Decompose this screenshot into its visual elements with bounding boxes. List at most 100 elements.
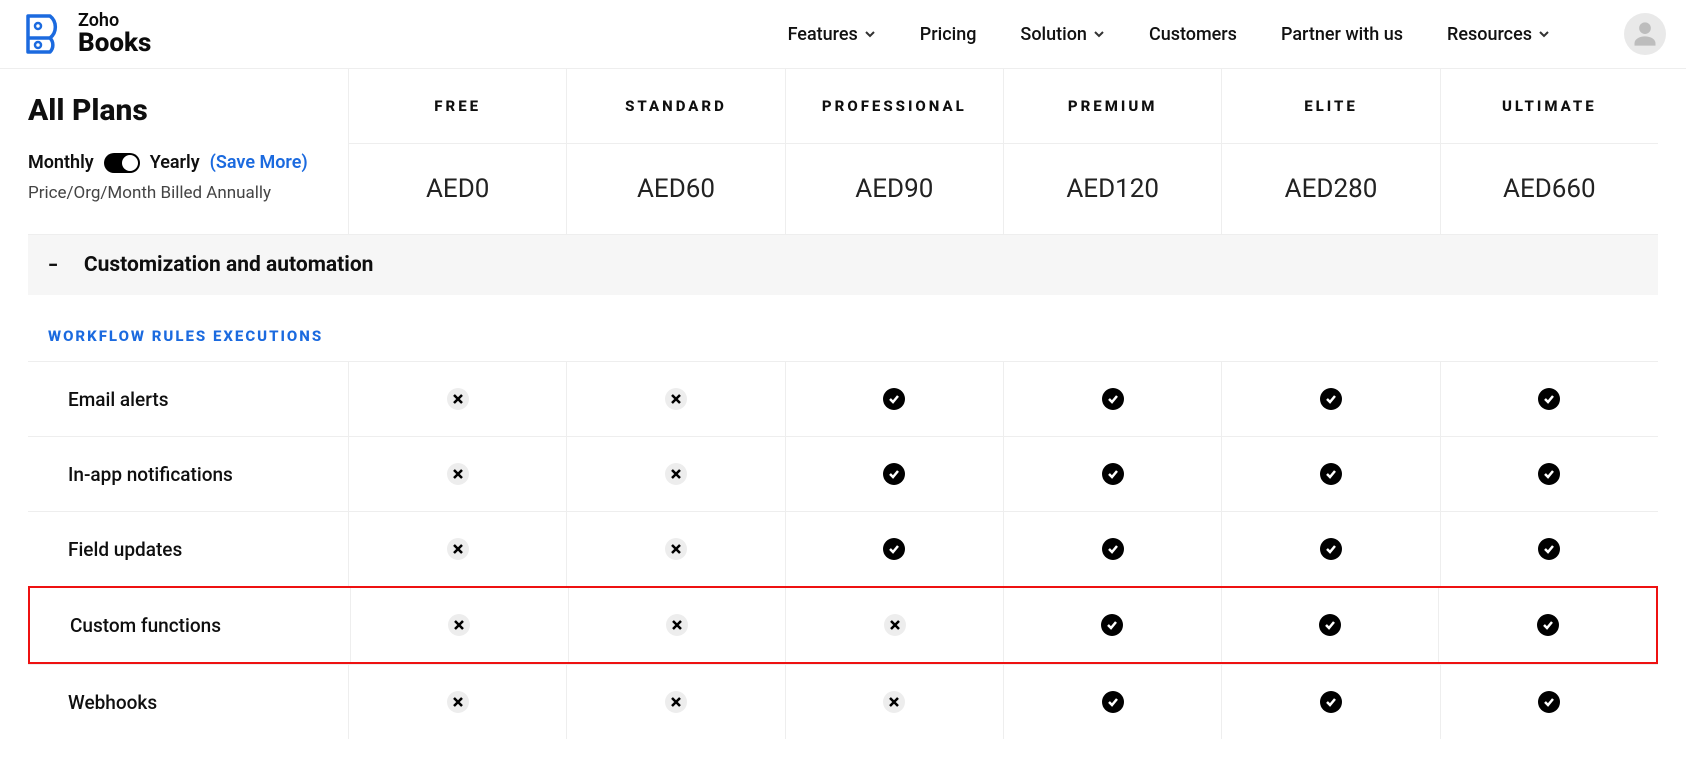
x-icon xyxy=(448,614,470,636)
nav-resources[interactable]: Resources xyxy=(1447,24,1550,45)
feature-row: Custom functions xyxy=(28,586,1658,664)
check-icon xyxy=(1102,538,1124,560)
chevron-down-icon xyxy=(1538,28,1550,40)
plan-col-ultimate: ULTIMATE AED660 xyxy=(1440,69,1658,234)
yearly-label: Yearly xyxy=(150,152,200,173)
feature-cell xyxy=(1440,362,1658,436)
feature-label: In-app notifications xyxy=(28,463,348,486)
plan-price: AED90 xyxy=(786,144,1003,234)
check-icon xyxy=(1320,691,1342,713)
subsection-workflow: WORKFLOW RULES EXECUTIONS xyxy=(28,295,1658,361)
plan-header: All Plans Monthly Yearly (Save More) Pri… xyxy=(28,69,1658,235)
nav-partner-label: Partner with us xyxy=(1281,24,1403,45)
check-icon xyxy=(1102,388,1124,410)
books-logo-icon xyxy=(20,10,68,58)
plan-col-standard: STANDARD AED60 xyxy=(566,69,784,234)
feature-cell xyxy=(1221,512,1439,586)
plan-col-elite: ELITE AED280 xyxy=(1221,69,1439,234)
plan-header-left: All Plans Monthly Yearly (Save More) Pri… xyxy=(28,69,348,234)
plan-name: ULTIMATE xyxy=(1441,69,1658,144)
feature-cell xyxy=(566,512,784,586)
check-icon xyxy=(1102,691,1124,713)
feature-cell xyxy=(1440,512,1658,586)
plan-name: STANDARD xyxy=(567,69,784,144)
chevron-down-icon xyxy=(1093,28,1105,40)
nav-customers[interactable]: Customers xyxy=(1149,24,1237,45)
check-icon xyxy=(1320,388,1342,410)
section-customization[interactable]: − Customization and automation xyxy=(28,235,1658,295)
x-icon xyxy=(665,388,687,410)
logo[interactable]: Zoho Books xyxy=(20,10,151,58)
check-icon xyxy=(1101,614,1123,636)
feature-cell xyxy=(1221,437,1439,511)
x-icon xyxy=(447,691,469,713)
x-icon xyxy=(665,538,687,560)
plan-name: PROFESSIONAL xyxy=(786,69,1003,144)
nav-solution[interactable]: Solution xyxy=(1020,24,1105,45)
content: All Plans Monthly Yearly (Save More) Pri… xyxy=(0,69,1686,779)
check-icon xyxy=(1320,538,1342,560)
feature-cell xyxy=(785,665,1003,739)
feature-row: Email alerts xyxy=(28,361,1658,436)
plan-price: AED60 xyxy=(567,144,784,234)
feature-cell xyxy=(785,437,1003,511)
feature-cell xyxy=(566,362,784,436)
feature-cell xyxy=(350,588,568,662)
feature-cell xyxy=(785,512,1003,586)
billing-toggle[interactable] xyxy=(104,153,140,173)
user-icon xyxy=(1631,20,1659,48)
nav-features-label: Features xyxy=(788,24,858,45)
nav: Features Pricing Solution Customers Part… xyxy=(788,13,1666,55)
feature-cell xyxy=(1003,362,1221,436)
feature-cell xyxy=(1440,665,1658,739)
nav-features[interactable]: Features xyxy=(788,24,876,45)
plan-price: AED280 xyxy=(1222,144,1439,234)
check-icon xyxy=(1538,691,1560,713)
feature-cell xyxy=(785,362,1003,436)
feature-cell xyxy=(566,437,784,511)
check-icon xyxy=(1538,463,1560,485)
feature-cell xyxy=(1221,588,1439,662)
feature-row: Field updates xyxy=(28,511,1658,586)
feature-cell xyxy=(348,512,566,586)
avatar[interactable] xyxy=(1624,13,1666,55)
nav-partner[interactable]: Partner with us xyxy=(1281,24,1403,45)
x-icon xyxy=(447,388,469,410)
feature-cell xyxy=(1438,588,1656,662)
feature-cell xyxy=(785,588,1003,662)
plan-name: ELITE xyxy=(1222,69,1439,144)
feature-label: Email alerts xyxy=(28,388,348,411)
feature-cell xyxy=(1003,665,1221,739)
nav-customers-label: Customers xyxy=(1149,24,1237,45)
x-icon xyxy=(666,614,688,636)
check-icon xyxy=(883,463,905,485)
feature-cell xyxy=(1003,512,1221,586)
nav-pricing[interactable]: Pricing xyxy=(920,24,977,45)
feature-cell xyxy=(1440,437,1658,511)
nav-pricing-label: Pricing xyxy=(920,24,977,45)
feature-cell xyxy=(348,362,566,436)
chevron-down-icon xyxy=(864,28,876,40)
plan-price: AED0 xyxy=(349,144,566,234)
feature-label: Field updates xyxy=(28,538,348,561)
plan-col-professional: PROFESSIONAL AED90 xyxy=(785,69,1003,234)
x-icon xyxy=(884,614,906,636)
feature-cell xyxy=(568,588,786,662)
save-more-link[interactable]: (Save More) xyxy=(210,152,308,173)
check-icon xyxy=(1102,463,1124,485)
x-icon xyxy=(447,538,469,560)
check-icon xyxy=(1538,538,1560,560)
x-icon xyxy=(883,691,905,713)
feature-row: In-app notifications xyxy=(28,436,1658,511)
section-label: Customization and automation xyxy=(84,253,374,277)
feature-cell xyxy=(566,665,784,739)
logo-line2: Books xyxy=(78,30,151,56)
plan-name: FREE xyxy=(349,69,566,144)
plan-price: AED120 xyxy=(1004,144,1221,234)
plan-col-free: FREE AED0 xyxy=(348,69,566,234)
plan-name: PREMIUM xyxy=(1004,69,1221,144)
check-icon xyxy=(883,388,905,410)
feature-label: Webhooks xyxy=(28,691,348,714)
x-icon xyxy=(447,463,469,485)
feature-cell xyxy=(1003,588,1221,662)
